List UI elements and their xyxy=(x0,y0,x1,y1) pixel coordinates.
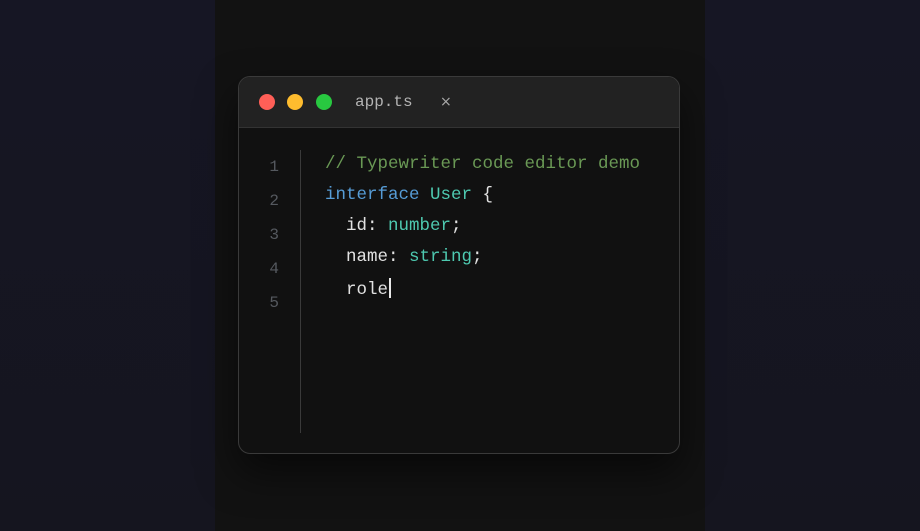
code-token: ; xyxy=(472,247,483,267)
line-number-1: 1 xyxy=(269,158,279,176)
code-token: number xyxy=(388,216,452,236)
code-token: string xyxy=(409,247,473,267)
line-number-4: 4 xyxy=(269,260,279,278)
code-line-1: // Typewriter code editor demo xyxy=(325,153,640,175)
close-window-button[interactable] xyxy=(259,94,275,110)
code-line-3: id: number; xyxy=(325,215,462,237)
maximize-window-button[interactable] xyxy=(316,94,332,110)
code-token: interface xyxy=(325,185,431,205)
background-right xyxy=(705,0,920,531)
line-number-2: 2 xyxy=(269,192,279,210)
code-token: name: xyxy=(325,247,410,267)
line-number-3: 3 xyxy=(269,226,279,244)
line-number-5: 5 xyxy=(269,294,279,312)
text-cursor xyxy=(389,278,392,298)
tab-app-ts[interactable]: app.ts xyxy=(355,92,413,112)
tab-close-icon[interactable]: × xyxy=(440,92,452,112)
gutter-divider xyxy=(300,150,301,433)
background-left xyxy=(0,0,215,531)
code-editor-window: app.ts × 1 2 3 4 5 // Typewriter code ed… xyxy=(238,76,680,454)
minimize-window-button[interactable] xyxy=(287,94,303,110)
code-token: role xyxy=(325,280,389,300)
code-line-5: role xyxy=(325,278,392,301)
code-token: id: xyxy=(325,216,389,236)
code-token: ; xyxy=(451,216,462,236)
code-line-4: name: string; xyxy=(325,246,483,268)
code-token: // Typewriter code editor demo xyxy=(325,154,641,174)
title-bar: app.ts × xyxy=(239,77,679,128)
code-token: User xyxy=(430,185,473,205)
code-line-2: interface User { xyxy=(325,184,493,206)
code-token: { xyxy=(472,185,494,205)
